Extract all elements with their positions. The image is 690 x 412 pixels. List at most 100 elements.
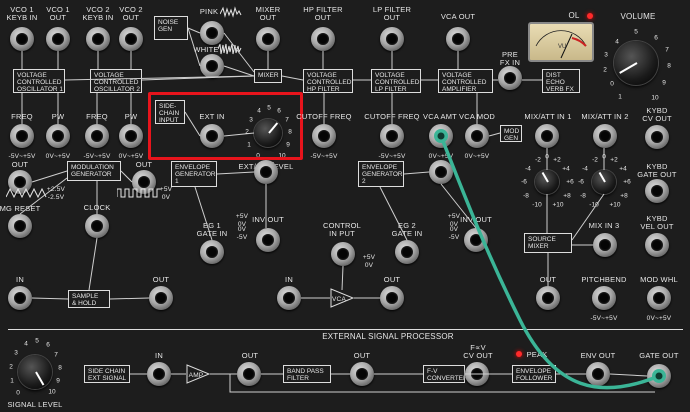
- signal-level-knob[interactable]: [18, 355, 52, 389]
- vu-meter: VU: [528, 22, 594, 62]
- peak-label: PEAK: [526, 350, 548, 359]
- mixatt1-knob[interactable]: [535, 170, 559, 194]
- env-out-jack[interactable]: [586, 362, 610, 386]
- signal-level-scale-9: 9: [56, 377, 60, 385]
- gate-out-jack[interactable]: [647, 364, 671, 388]
- kybd-cv-jack[interactable]: [645, 125, 669, 149]
- pitchbend-label: PITCHBEND: [581, 275, 627, 284]
- mixer-out-jack[interactable]: [256, 27, 280, 51]
- pw1-range: 0V~+5V: [45, 153, 71, 160]
- lp-filter-out-jack[interactable]: [380, 27, 404, 51]
- sh-out-jack[interactable]: [149, 286, 173, 310]
- esp-out2-label: OUT: [353, 351, 371, 360]
- vco2-keybin-jack[interactable]: [86, 27, 110, 51]
- vco1-keybin-jack[interactable]: [10, 27, 34, 51]
- signal-level-scale-6: 6: [46, 341, 50, 349]
- mixatt1-scale-0: 0: [545, 153, 549, 161]
- eg1-gate-jack[interactable]: [200, 240, 224, 264]
- hp-filter-out-jack[interactable]: [311, 27, 335, 51]
- mixatt2-scale-m4: -4: [582, 165, 588, 173]
- white-noise-jack[interactable]: [200, 54, 224, 78]
- vco2-out-jack[interactable]: [119, 27, 143, 51]
- signal-level-scale-3: 3: [14, 349, 18, 357]
- volume-label: VOLUME: [620, 12, 656, 21]
- kybd-gate-label: KYBD GATE OUT: [637, 162, 677, 179]
- eg2-range2-label: 0V -5V: [448, 226, 460, 241]
- lp-cutoff-jack[interactable]: [380, 124, 404, 148]
- pitchbend-jack[interactable]: [592, 286, 616, 310]
- pw2-jack[interactable]: [119, 124, 143, 148]
- mixatt2-jack[interactable]: [593, 124, 617, 148]
- mixatt1-scale-m4: -4: [525, 165, 531, 173]
- vca-in-label: IN: [285, 275, 293, 284]
- pw1-jack[interactable]: [46, 124, 70, 148]
- env2-out-jack[interactable]: [429, 160, 453, 184]
- vco1-out-jack[interactable]: [46, 27, 70, 51]
- signal-level-scale-2: 2: [9, 363, 13, 371]
- freq2-label: FREQ: [86, 112, 108, 121]
- control-in-jack[interactable]: [331, 242, 355, 266]
- control-range-label: +5V 0V: [362, 254, 376, 269]
- sh-in-jack[interactable]: [8, 286, 32, 310]
- lp-filter-out-label: LP FILTER OUT: [372, 5, 412, 22]
- vca-amt-jack[interactable]: [429, 124, 453, 148]
- pre-fx-in-label: PRE FX IN: [499, 50, 521, 67]
- vca-mod-jack[interactable]: [465, 124, 489, 148]
- freq2-jack[interactable]: [85, 124, 109, 148]
- vca-in-jack[interactable]: [277, 286, 301, 310]
- mixatt1-scale-p6: +6: [566, 178, 574, 186]
- envelope-follower-box: ENVELOPE FOLLOWER: [512, 365, 556, 383]
- fv-converter-box: F-V CONVERTER: [423, 365, 468, 383]
- esp-title: EXTERNAL SIGNAL PROCESSOR: [322, 332, 454, 341]
- mixatt2-knob[interactable]: [592, 170, 616, 194]
- esp-out2-jack[interactable]: [350, 362, 374, 386]
- mod-whl-jack[interactable]: [647, 286, 671, 310]
- vca-out-jack[interactable]: [446, 27, 470, 51]
- sh-in-label: IN: [16, 275, 24, 284]
- kybd-vel-label: KYBD VEL OUT: [640, 214, 674, 231]
- source-mixer-out-jack[interactable]: [536, 286, 560, 310]
- out-a-label: OUT: [11, 160, 29, 169]
- cutoff1-range: -5V~+5V: [310, 153, 338, 160]
- pink-noise-jack[interactable]: [200, 21, 224, 45]
- source-mixer-box: SOURCE MIXER: [524, 233, 572, 253]
- sample-hold-box: SAMPLE & HOLD: [68, 290, 110, 308]
- pink-label: PINK: [199, 7, 219, 16]
- mg-reset-jack[interactable]: [8, 214, 32, 238]
- vco2-keybin-label: VCO 2 KEYB IN: [82, 5, 114, 22]
- mixer-box: MIXER: [254, 69, 282, 83]
- mixatt1-scale-p10: +10: [552, 201, 564, 209]
- freq1-jack[interactable]: [10, 124, 34, 148]
- env-out-label: ENV OUT: [580, 351, 616, 360]
- esp-in-jack[interactable]: [147, 362, 171, 386]
- eg2-gate-label: EG 2 GATE IN: [391, 221, 423, 238]
- volume-scale-8: 8: [667, 62, 671, 70]
- vca-small-out-jack[interactable]: [380, 286, 404, 310]
- kybd-gate-jack[interactable]: [645, 179, 669, 203]
- volume-scale-10: 10: [651, 94, 659, 102]
- mixer-out-label: MIXER OUT: [255, 5, 281, 22]
- mixatt2-scale-p4: +4: [619, 165, 627, 173]
- mixatt1-scale-m10: -10: [532, 201, 542, 209]
- signal-level-scale-8: 8: [58, 364, 62, 372]
- volume-knob[interactable]: [614, 41, 658, 85]
- mixatt1-scale-m2: -2: [535, 156, 541, 164]
- inv-out1-jack[interactable]: [256, 228, 280, 252]
- amp-label: AMP: [188, 372, 204, 379]
- volume-scale-4: 4: [615, 38, 619, 46]
- esp-out1-jack[interactable]: [237, 362, 261, 386]
- fv-cv-out-jack[interactable]: [465, 362, 489, 386]
- mix-in3-jack[interactable]: [593, 233, 617, 257]
- env1-out-jack[interactable]: [254, 160, 278, 184]
- gate-out-label: GATE OUT: [639, 351, 679, 360]
- eg2-gate-jack[interactable]: [395, 240, 419, 264]
- mixatt2-scale-p8: +8: [620, 192, 628, 200]
- clock-jack[interactable]: [85, 214, 109, 238]
- mod-whl-label: MOD WHL: [640, 275, 678, 284]
- mixatt1-jack[interactable]: [535, 124, 559, 148]
- kybd-vel-jack[interactable]: [645, 233, 669, 257]
- mixatt2-scale-m8: -8: [580, 192, 586, 200]
- inv-out2-jack[interactable]: [464, 228, 488, 252]
- pre-fx-in-jack[interactable]: [498, 66, 522, 90]
- hp-cutoff-jack[interactable]: [312, 124, 336, 148]
